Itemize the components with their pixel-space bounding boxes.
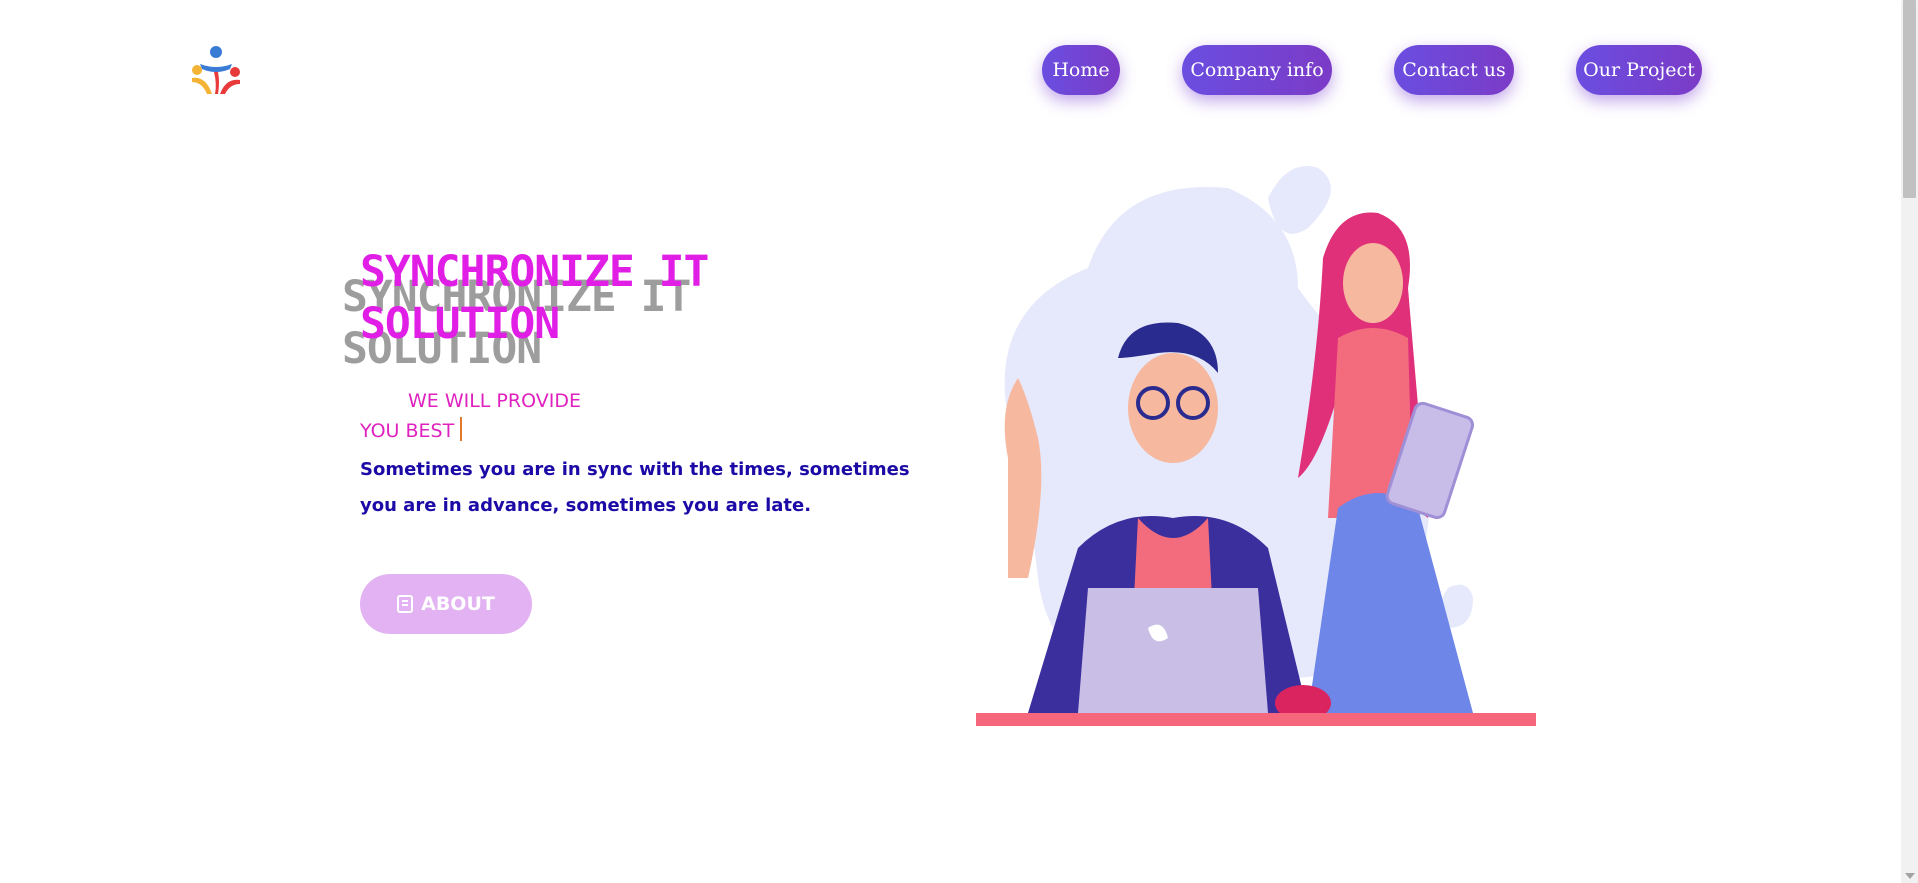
typing-caret bbox=[460, 417, 463, 441]
logo-icon[interactable] bbox=[188, 44, 244, 96]
document-icon bbox=[397, 595, 414, 613]
about-button-label: ABOUT bbox=[421, 593, 495, 615]
scrollbar-thumb[interactable] bbox=[1903, 0, 1916, 198]
scroll-down-arrow-icon[interactable] bbox=[1905, 873, 1915, 879]
nav-home-button[interactable]: Home bbox=[1042, 45, 1120, 95]
hero-illustration bbox=[976, 166, 1536, 726]
nav-contact-us-button[interactable]: Contact us bbox=[1394, 45, 1514, 95]
hero-tagline: WE WILL PROVIDE YOU BEST bbox=[360, 386, 581, 446]
page-scrollbar[interactable] bbox=[1901, 0, 1918, 883]
about-button[interactable]: ABOUT bbox=[360, 574, 532, 634]
hero-description: Sometimes you are in sync with the times… bbox=[360, 459, 910, 516]
nav-company-info-button[interactable]: Company info bbox=[1182, 45, 1332, 95]
title-line-1: SYNCHRONIZE IT bbox=[360, 247, 709, 297]
title-line-2: SOLUTION bbox=[360, 299, 560, 349]
tagline-line-1: WE WILL PROVIDE bbox=[408, 390, 581, 412]
hero-title: SYNCHRONIZE IT SOLUTION bbox=[360, 246, 880, 350]
nav-our-project-button[interactable]: Our Project bbox=[1576, 45, 1702, 95]
tagline-line-2: YOU BEST bbox=[360, 420, 455, 442]
